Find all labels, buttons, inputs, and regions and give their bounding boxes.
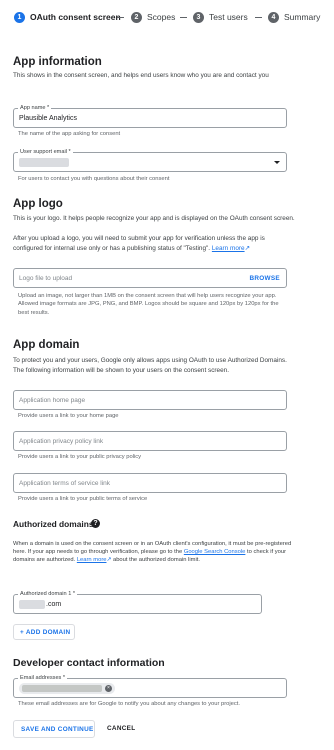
- home-page-placeholder: Application home page: [19, 397, 86, 404]
- authorized-domains-description: When a domain is used on the consent scr…: [13, 540, 295, 565]
- redacted-email: [22, 685, 102, 692]
- step-1-label[interactable]: OAuth consent screen: [30, 12, 121, 23]
- help-icon[interactable]: ?: [91, 519, 100, 528]
- app-name-label: App name *: [18, 105, 52, 111]
- redacted-email: [19, 158, 69, 167]
- step-3-label[interactable]: Test users: [209, 12, 248, 23]
- learn-more-link[interactable]: Learn more: [77, 557, 107, 563]
- terms-of-service-input[interactable]: Application terms of service link: [13, 473, 287, 493]
- developer-email-label: Email addresses *: [18, 675, 68, 681]
- authorized-domain-1-field[interactable]: Authorized domain 1 * .com: [13, 591, 262, 614]
- authorized-domain-1-label: Authorized domain 1 *: [18, 591, 78, 597]
- support-email-select[interactable]: User support email *: [13, 149, 287, 172]
- home-page-input[interactable]: Application home page: [13, 390, 287, 410]
- app-information-title: App information: [13, 56, 102, 68]
- privacy-policy-placeholder: Application privacy policy link: [19, 438, 104, 445]
- app-logo-description-2: After you upload a logo, you will need t…: [13, 234, 295, 253]
- logo-upload-placeholder: Logo file to upload: [19, 275, 73, 282]
- stepper: 1 OAuth consent screen 2 Scopes 3 Test u…: [0, 0, 334, 34]
- step-divider: [255, 17, 262, 18]
- authorized-domain-1-value: .com: [46, 601, 62, 608]
- app-domain-description: To protect you and your users, Google on…: [13, 357, 287, 374]
- step-2-label[interactable]: Scopes: [147, 12, 175, 23]
- app-information-description: This shows in the consent screen, and he…: [13, 72, 269, 79]
- step-4-number: 4: [268, 12, 279, 23]
- step-divider: [180, 17, 187, 18]
- step-3-number: 3: [193, 12, 204, 23]
- support-email-hint: For users to contact you with questions …: [18, 176, 170, 182]
- app-name-field[interactable]: App name * Plausible Analytics: [13, 105, 287, 128]
- developer-contact-title: Developer contact information: [13, 657, 165, 669]
- email-chip: ×: [19, 683, 115, 694]
- privacy-policy-hint: Provide users a link to your public priv…: [18, 454, 142, 460]
- privacy-policy-input[interactable]: Application privacy policy link: [13, 431, 287, 451]
- external-link-icon: ↗: [244, 244, 250, 252]
- browse-button[interactable]: BROWSE: [249, 275, 280, 282]
- step-divider: [117, 17, 124, 18]
- save-and-continue-label: SAVE AND CONTINUE: [21, 726, 94, 733]
- search-console-link[interactable]: Google Search Console: [184, 549, 246, 555]
- home-page-hint: Provide users a link to your home page: [18, 413, 119, 419]
- support-email-label: User support email *: [18, 149, 73, 155]
- add-domain-button[interactable]: + ADD DOMAIN: [13, 624, 75, 640]
- authorized-domains-title: Authorized domains: [13, 519, 94, 529]
- logo-upload-hint: Upload an image, not larger than 1MB on …: [18, 293, 279, 316]
- developer-email-field[interactable]: Email addresses * ×: [13, 675, 287, 698]
- cancel-button[interactable]: CANCEL: [107, 725, 135, 732]
- dropdown-arrow-icon[interactable]: [274, 161, 280, 164]
- save-and-continue-button[interactable]: SAVE AND CONTINUE: [13, 720, 95, 738]
- step-4-label[interactable]: Summary: [284, 12, 320, 23]
- app-domain-title: App domain: [13, 339, 80, 351]
- add-domain-label: + ADD DOMAIN: [20, 629, 71, 636]
- terms-of-service-hint: Provide users a link to your public term…: [18, 496, 148, 502]
- app-name-value: Plausible Analytics: [19, 115, 77, 122]
- developer-email-hint: These email addresses are for Google to …: [18, 701, 241, 707]
- remove-chip-icon[interactable]: ×: [105, 685, 112, 692]
- authorized-domains-text-3: about the authorized domain limit.: [112, 557, 200, 564]
- logo-upload-field[interactable]: Logo file to upload BROWSE: [13, 268, 287, 288]
- terms-of-service-placeholder: Application terms of service link: [19, 480, 111, 487]
- learn-more-link[interactable]: Learn more: [212, 245, 245, 252]
- app-name-hint: The name of the app asking for consent: [18, 131, 121, 137]
- step-2-number: 2: [131, 12, 142, 23]
- step-1-number: 1: [14, 12, 25, 23]
- external-link-icon: ↗: [106, 557, 112, 564]
- redacted-domain: [19, 600, 45, 609]
- app-logo-description-1: This is your logo. It helps people recog…: [13, 215, 295, 222]
- app-logo-title: App logo: [13, 198, 63, 210]
